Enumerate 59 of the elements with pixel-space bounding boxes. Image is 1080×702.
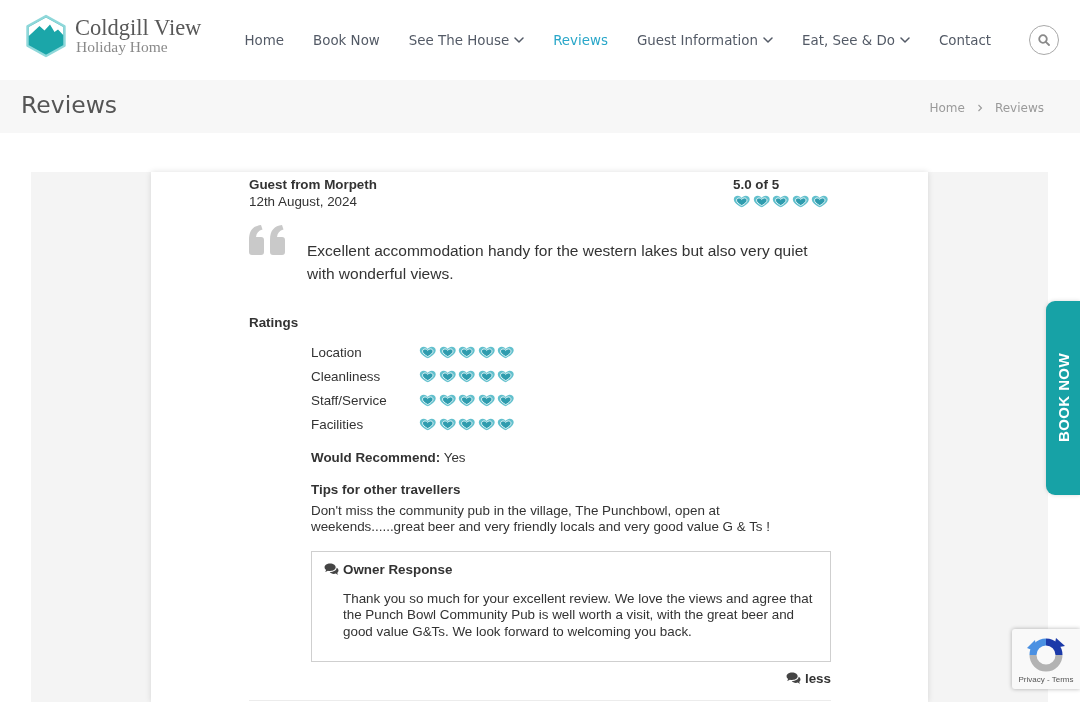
rating-label: Location xyxy=(311,344,363,361)
heart-icon xyxy=(458,418,476,431)
heart-icon xyxy=(772,195,790,208)
privacy-terms-links[interactable]: Privacy - Terms xyxy=(1018,675,1074,685)
heart-icon xyxy=(438,394,456,407)
nav-link[interactable]: Book Now xyxy=(313,32,380,48)
show-less-link[interactable]: less xyxy=(785,669,831,687)
nav-link[interactable]: Eat, See & Do xyxy=(802,32,910,48)
heart-icon xyxy=(458,346,476,359)
rating-label: Staff/Service xyxy=(311,392,388,409)
chevron-right-icon xyxy=(976,103,983,112)
heart-icon xyxy=(497,346,515,359)
site-tagline: Holiday Home xyxy=(76,39,169,55)
owner-response-heading: Owner Response xyxy=(343,560,453,578)
nav-link[interactable]: Home xyxy=(244,32,285,48)
nav-link[interactable]: Guest Information xyxy=(636,32,773,48)
heart-icon xyxy=(419,346,437,359)
heart-icon xyxy=(477,394,495,407)
heart-icon xyxy=(477,346,495,359)
speech-bubbles-icon xyxy=(785,672,801,684)
heart-icon xyxy=(733,195,751,208)
recommendation-text: Would Recommend: Yes xyxy=(311,449,467,466)
search-button[interactable] xyxy=(1029,25,1059,55)
heart-icon xyxy=(438,370,456,383)
rating-label: Facilities xyxy=(311,416,365,433)
owner-response-text: Thank you so much for your excellent review. We love the views and agree that the Punch Bowl Community Pub is well worth a visit, with the great beer and good value G&Ts. We look forward to welcoming you back. xyxy=(342,590,814,640)
reviewer-name: Guest from Morpeth xyxy=(249,176,377,193)
heart-icon xyxy=(419,370,437,383)
heart-icon xyxy=(477,418,495,431)
tips-text: Don't miss the community pub in the village, The Punchbowl, open at weekends......great beer and very friendly locals and very good value G & Ts ! xyxy=(311,502,771,535)
rating-label: Cleanliness xyxy=(311,368,382,385)
heart-icon xyxy=(438,418,456,431)
quote-icon xyxy=(249,224,285,255)
heart-icon xyxy=(791,195,809,208)
review-date: 12th August, 2024 xyxy=(249,193,358,210)
heart-icon xyxy=(419,418,437,431)
heart-icon xyxy=(419,394,437,407)
heart-icon xyxy=(438,346,456,359)
circular-arrows-icon xyxy=(1026,636,1066,674)
heart-icon xyxy=(458,394,476,407)
search-icon xyxy=(1038,34,1050,46)
breadcrumb-current: Reviews xyxy=(994,100,1044,115)
nav-link[interactable]: See The House xyxy=(408,32,525,48)
review-text: Excellent accommodation handy for the western lakes but also very quiet with wonderful views. xyxy=(307,241,809,284)
heart-icon xyxy=(811,195,829,208)
tips-heading: Tips for other travellers xyxy=(311,481,462,498)
heart-icon xyxy=(497,418,515,431)
heart-icon xyxy=(458,370,476,383)
overall-score: 5.0 of 5 xyxy=(733,176,780,193)
heart-icon xyxy=(497,370,515,383)
mountain-hexagon-icon[interactable] xyxy=(25,14,67,58)
page-title: Reviews xyxy=(21,89,118,120)
nav-link[interactable]: Contact xyxy=(938,32,991,48)
heart-icon xyxy=(497,394,515,407)
speech-bubbles-icon xyxy=(324,563,339,575)
heart-icon xyxy=(477,370,495,383)
site-name[interactable]: Coldgill View xyxy=(75,16,202,39)
ratings-heading: Ratings xyxy=(249,314,300,331)
heart-icon xyxy=(752,195,770,208)
